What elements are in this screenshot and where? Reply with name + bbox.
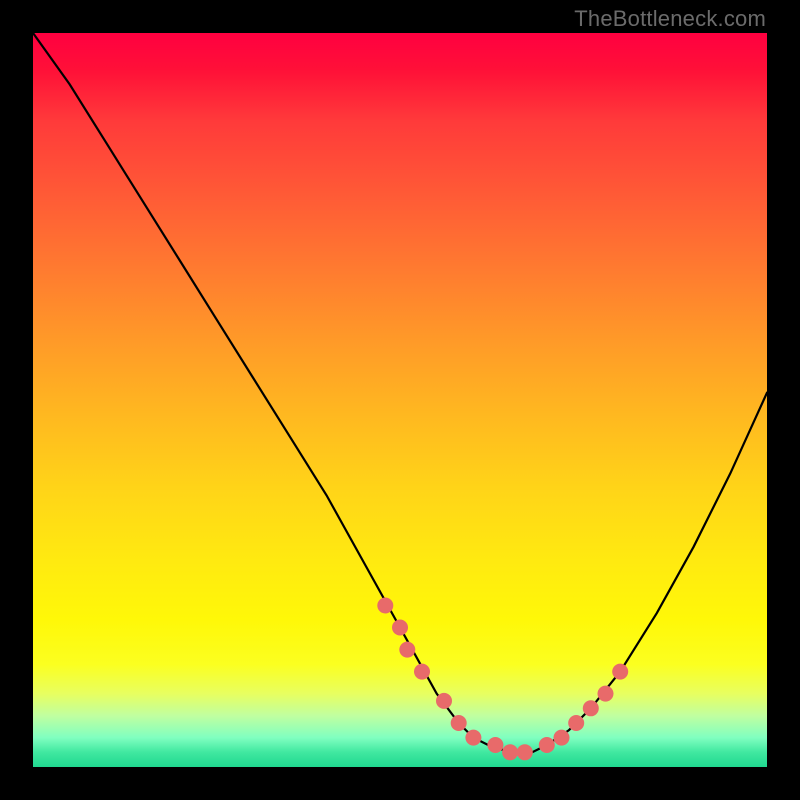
marker-dot bbox=[399, 642, 415, 658]
marker-dot bbox=[436, 693, 452, 709]
marker-dot bbox=[451, 715, 467, 731]
curve-markers bbox=[377, 598, 628, 761]
marker-dot bbox=[517, 744, 533, 760]
marker-dot bbox=[554, 730, 570, 746]
marker-dot bbox=[583, 700, 599, 716]
watermark-text: TheBottleneck.com bbox=[574, 6, 766, 32]
marker-dot bbox=[487, 737, 503, 753]
marker-dot bbox=[612, 664, 628, 680]
chart-svg bbox=[33, 33, 767, 767]
marker-dot bbox=[414, 664, 430, 680]
chart-frame: TheBottleneck.com bbox=[0, 0, 800, 800]
marker-dot bbox=[502, 744, 518, 760]
marker-dot bbox=[377, 598, 393, 614]
marker-dot bbox=[465, 730, 481, 746]
bottleneck-curve bbox=[33, 33, 767, 752]
marker-dot bbox=[539, 737, 555, 753]
marker-dot bbox=[598, 686, 614, 702]
marker-dot bbox=[392, 620, 408, 636]
marker-dot bbox=[568, 715, 584, 731]
plot-area bbox=[33, 33, 767, 767]
